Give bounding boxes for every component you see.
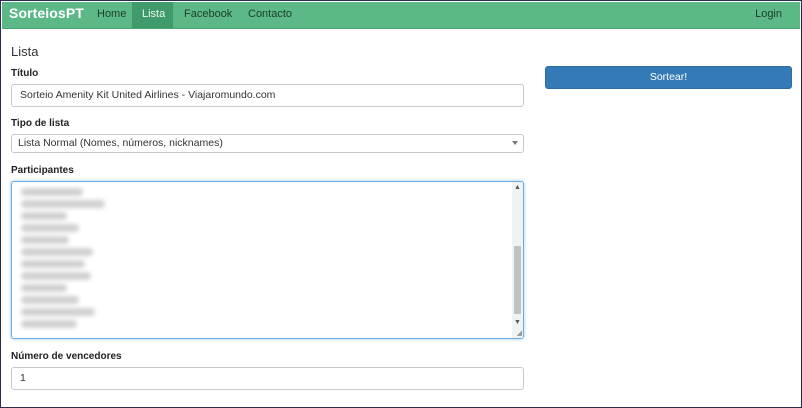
blurred-participant [21,188,83,196]
blurred-participant [21,212,67,220]
scrollbar-thumb[interactable] [514,246,521,314]
titulo-label: Título [11,68,39,79]
participantes-textarea[interactable]: ▲ ▼ ◢ [11,181,524,339]
scroll-down-arrow-icon[interactable]: ▼ [512,318,523,328]
nav-facebook[interactable]: Facebook [174,2,242,28]
participantes-label: Participantes [11,165,74,176]
vencedores-input[interactable]: 1 [11,367,524,390]
blurred-participant [21,308,95,316]
resize-grip-icon[interactable]: ◢ [517,330,522,337]
vencedores-label: Número de vencedores [11,351,122,362]
blurred-participant [21,224,79,232]
top-navbar: SorteiosPT Home Lista Facebook Contacto … [2,2,800,29]
sortear-button[interactable]: Sortear! [545,66,792,89]
page-title: Lista [11,44,39,59]
blurred-participant [21,272,91,280]
textarea-scrollbar[interactable]: ▲ ▼ [512,182,523,338]
blurred-participant [21,284,67,292]
blurred-participant [21,200,105,208]
nav-lista[interactable]: Lista [132,2,173,28]
nav-login[interactable]: Login [745,2,792,28]
brand-logo[interactable]: SorteiosPT [9,5,84,21]
blurred-participant [21,260,85,268]
blurred-participant [21,236,69,244]
chevron-down-icon [512,141,518,145]
blurred-participant [21,248,93,256]
tipo-lista-select[interactable]: Lista Normal (Nomes, números, nicknames) [11,134,524,153]
blurred-participant [21,296,79,304]
app-window: SorteiosPT Home Lista Facebook Contacto … [0,0,802,408]
scroll-up-arrow-icon[interactable]: ▲ [512,183,523,193]
nav-contacto[interactable]: Contacto [238,2,302,28]
tipo-lista-label: Tipo de lista [11,118,70,129]
nav-home[interactable]: Home [87,2,136,28]
titulo-input[interactable]: Sorteio Amenity Kit United Airlines - Vi… [11,84,524,107]
tipo-lista-selected: Lista Normal (Nomes, números, nicknames) [18,137,223,149]
blurred-participant [21,320,77,328]
